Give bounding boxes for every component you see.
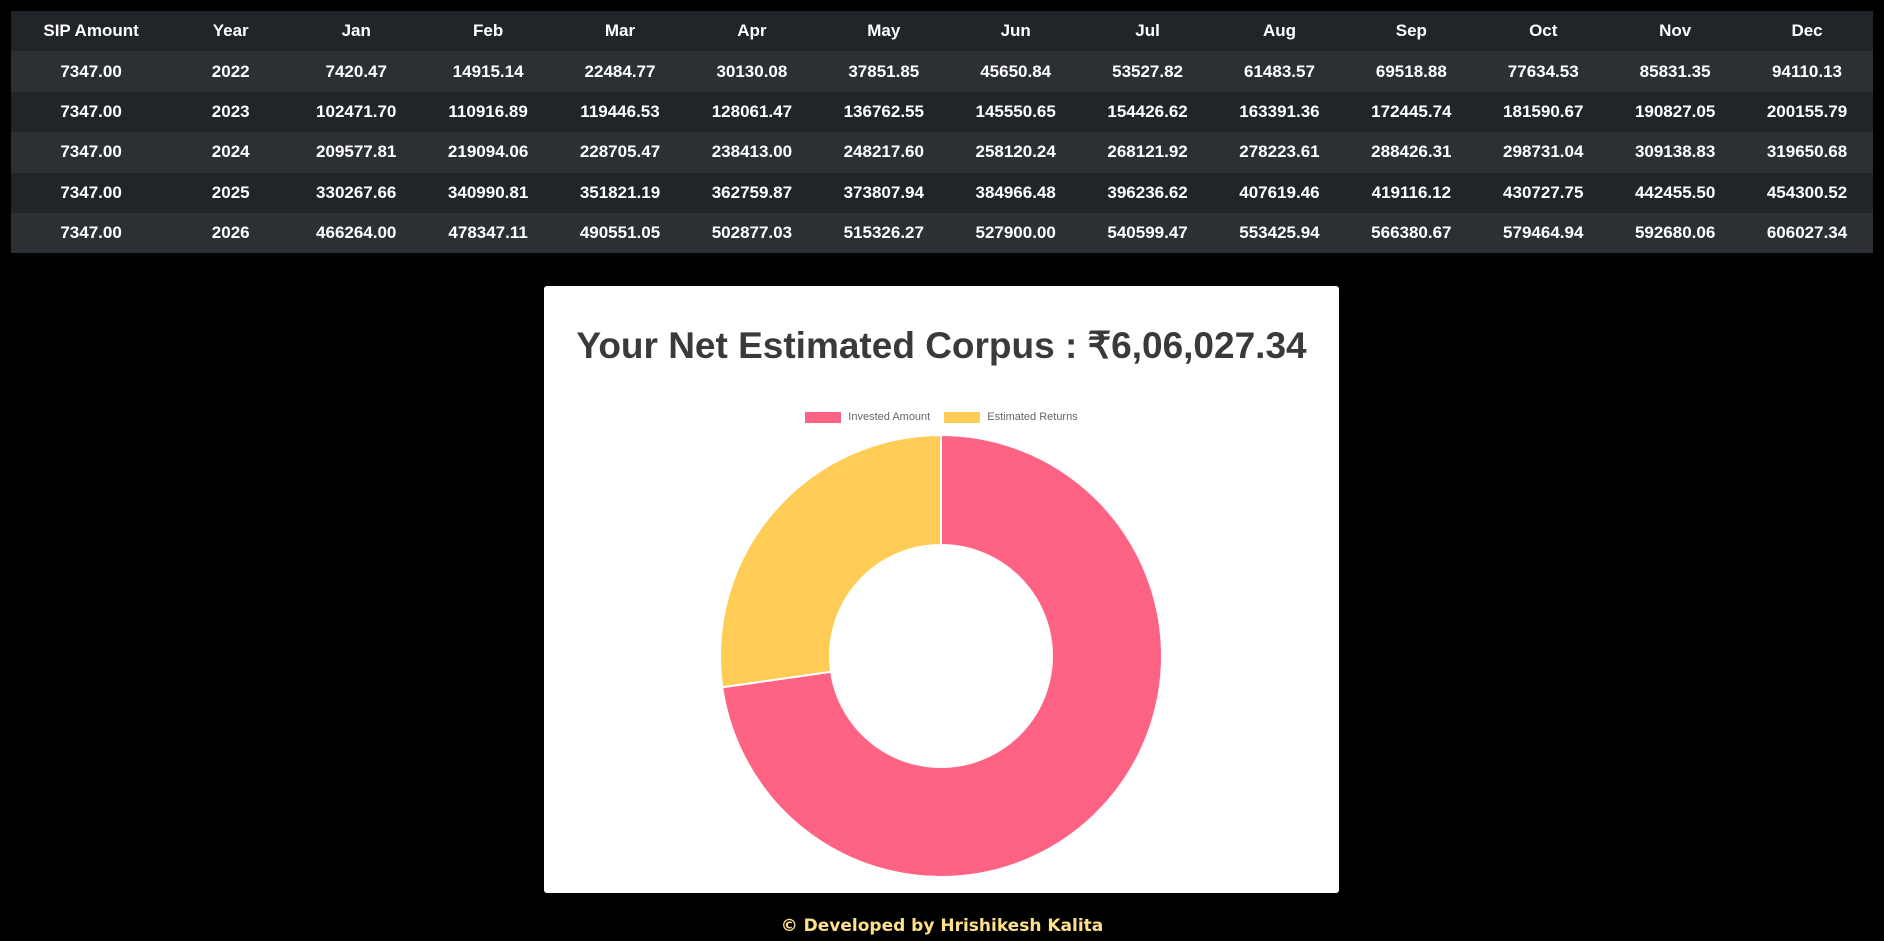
table-cell-feb: 340990.81 bbox=[447, 182, 529, 202]
table-cell-jun: 384966.48 bbox=[975, 182, 1056, 202]
header-dec: Dec bbox=[1791, 21, 1823, 41]
table-cell-dec: 606027.34 bbox=[1766, 223, 1848, 243]
table-cell-apr: 128061.47 bbox=[711, 101, 793, 121]
donut-slice-estimated-returns[interactable] bbox=[719, 433, 942, 689]
table-cell-year: 2022 bbox=[211, 61, 250, 81]
table-cell-dec: 319650.68 bbox=[1766, 142, 1848, 162]
table-cell-mar: 490551.05 bbox=[579, 223, 661, 243]
header-oct: Oct bbox=[1529, 21, 1558, 41]
header-aug: Aug bbox=[1262, 21, 1296, 41]
table-cell-jan: 330267.66 bbox=[316, 182, 397, 202]
table-cell-jan: 466264.00 bbox=[316, 223, 397, 243]
header-jun: Jun bbox=[1000, 21, 1031, 41]
table-body: 7347.00 2022 7420.47 14915.14 22484.77 30130.… bbox=[11, 51, 1873, 254]
table-cell-dec: 454300.52 bbox=[1766, 182, 1848, 202]
table-cell-feb: 14915.14 bbox=[452, 61, 524, 81]
header-nov: Nov bbox=[1659, 21, 1692, 41]
table-cell-jul: 53527.82 bbox=[1112, 61, 1184, 81]
table-cell-sip-amount: 7347.00 bbox=[60, 223, 122, 243]
table-cell-jul: 154426.62 bbox=[1107, 101, 1188, 121]
table-cell-aug: 407619.46 bbox=[1239, 182, 1320, 202]
table-cell-apr: 362759.87 bbox=[711, 182, 793, 202]
table-row: 7347.00 2026 466264.00 478347.11 490551.05 50… bbox=[11, 212, 1873, 254]
header-year: Year bbox=[212, 21, 249, 41]
table-cell-sep: 566380.67 bbox=[1371, 223, 1452, 243]
table-cell-jan: 209577.81 bbox=[316, 142, 397, 162]
header-sep: Sep bbox=[1395, 21, 1427, 41]
table-cell-may: 515326.27 bbox=[843, 223, 924, 243]
table-cell-oct: 298731.04 bbox=[1503, 142, 1584, 162]
table-cell-sep: 288426.31 bbox=[1371, 142, 1452, 162]
table-cell-oct: 579464.94 bbox=[1503, 223, 1584, 243]
sip-table: SIP Amount Year Jan Feb Mar Apr May Jun … bbox=[11, 11, 1873, 254]
table-row: 7347.00 2025 330267.66 340990.81 351821.19 36… bbox=[11, 172, 1873, 213]
table-row: 7347.00 2024 209577.81 219094.06 228705.47 23… bbox=[11, 132, 1873, 173]
footer-credit: © Developed by Hrishikesh Kalita bbox=[780, 916, 1104, 936]
table-cell-may: 136762.55 bbox=[843, 101, 924, 121]
table-cell-nov: 309138.83 bbox=[1634, 142, 1716, 162]
table-cell-nov: 190827.05 bbox=[1634, 101, 1716, 121]
table-cell-oct: 430727.75 bbox=[1503, 182, 1584, 202]
header-jul: Jul bbox=[1135, 21, 1160, 41]
table-cell-mar: 351821.19 bbox=[579, 182, 661, 202]
table-cell-aug: 278223.61 bbox=[1239, 142, 1320, 162]
table-cell-aug: 553425.94 bbox=[1239, 223, 1320, 243]
table-cell-sep: 69518.88 bbox=[1375, 61, 1447, 81]
header-apr: Apr bbox=[737, 21, 767, 41]
table-row: 7347.00 2022 7420.47 14915.14 22484.77 30130.… bbox=[11, 51, 1873, 92]
table-cell-jun: 145550.65 bbox=[975, 101, 1056, 121]
table-cell-aug: 61483.57 bbox=[1244, 61, 1315, 81]
table-cell-jun: 45650.84 bbox=[980, 61, 1052, 81]
sip-table-container: SIP Amount Year Jan Feb Mar Apr May Jun … bbox=[11, 11, 1873, 254]
table-cell-sip-amount: 7347.00 bbox=[60, 142, 122, 162]
table-header-row: SIP Amount Year Jan Feb Mar Apr May Jun … bbox=[11, 11, 1873, 52]
table-cell-dec: 94110.13 bbox=[1772, 61, 1843, 81]
header-sip-amount: SIP Amount bbox=[43, 21, 139, 41]
table-cell-aug: 163391.36 bbox=[1239, 101, 1320, 121]
table-cell-feb: 478347.11 bbox=[448, 223, 528, 243]
header-feb: Feb bbox=[473, 21, 504, 41]
table-cell-may: 37851.85 bbox=[848, 61, 920, 81]
table-cell-jan: 7420.47 bbox=[325, 61, 387, 81]
header-may: May bbox=[867, 21, 901, 41]
table-cell-sep: 419116.12 bbox=[1371, 182, 1452, 202]
table-cell-sep: 172445.74 bbox=[1371, 101, 1452, 121]
header-jan: Jan bbox=[341, 21, 371, 41]
table-cell-year: 2026 bbox=[211, 223, 250, 243]
table-cell-apr: 30130.08 bbox=[716, 61, 788, 81]
table-cell-apr: 238413.00 bbox=[711, 142, 793, 162]
table-cell-feb: 219094.06 bbox=[447, 142, 529, 162]
table-cell-apr: 502877.03 bbox=[711, 223, 793, 243]
table-cell-jul: 268121.92 bbox=[1107, 142, 1188, 162]
table-cell-mar: 22484.77 bbox=[584, 61, 656, 81]
table-cell-jun: 527900.00 bbox=[975, 223, 1056, 243]
table-cell-year: 2024 bbox=[211, 142, 250, 162]
table-cell-oct: 181590.67 bbox=[1503, 101, 1584, 121]
table-cell-year: 2025 bbox=[211, 182, 250, 202]
table-cell-jul: 396236.62 bbox=[1107, 182, 1188, 202]
table-cell-sip-amount: 7347.00 bbox=[60, 101, 122, 121]
table-cell-nov: 85831.35 bbox=[1639, 61, 1711, 81]
table-cell-jan: 102471.70 bbox=[316, 101, 397, 121]
table-cell-nov: 442455.50 bbox=[1634, 182, 1716, 202]
table-cell-mar: 119446.53 bbox=[580, 101, 660, 121]
table-cell-may: 248217.60 bbox=[843, 142, 924, 162]
corpus-card: Your Net Estimated Corpus : ₹6,06,027.34… bbox=[544, 286, 1339, 893]
table-row: 7347.00 2023 102471.70 110916.89 119446.53 12… bbox=[11, 91, 1873, 133]
table-cell-year: 2023 bbox=[211, 101, 250, 121]
table-cell-dec: 200155.79 bbox=[1766, 101, 1848, 121]
table-cell-nov: 592680.06 bbox=[1634, 223, 1716, 243]
table-cell-mar: 228705.47 bbox=[579, 142, 661, 162]
table-cell-oct: 77634.53 bbox=[1507, 61, 1579, 81]
table-cell-sip-amount: 7347.00 bbox=[60, 182, 122, 202]
table-cell-sip-amount: 7347.00 bbox=[60, 61, 122, 81]
table-cell-jun: 258120.24 bbox=[975, 142, 1056, 162]
table-cell-may: 373807.94 bbox=[843, 182, 924, 202]
donut-chart bbox=[719, 433, 1163, 878]
table-cell-feb: 110916.89 bbox=[448, 101, 528, 121]
header-mar: Mar bbox=[604, 21, 636, 41]
table-cell-jul: 540599.47 bbox=[1107, 223, 1188, 243]
